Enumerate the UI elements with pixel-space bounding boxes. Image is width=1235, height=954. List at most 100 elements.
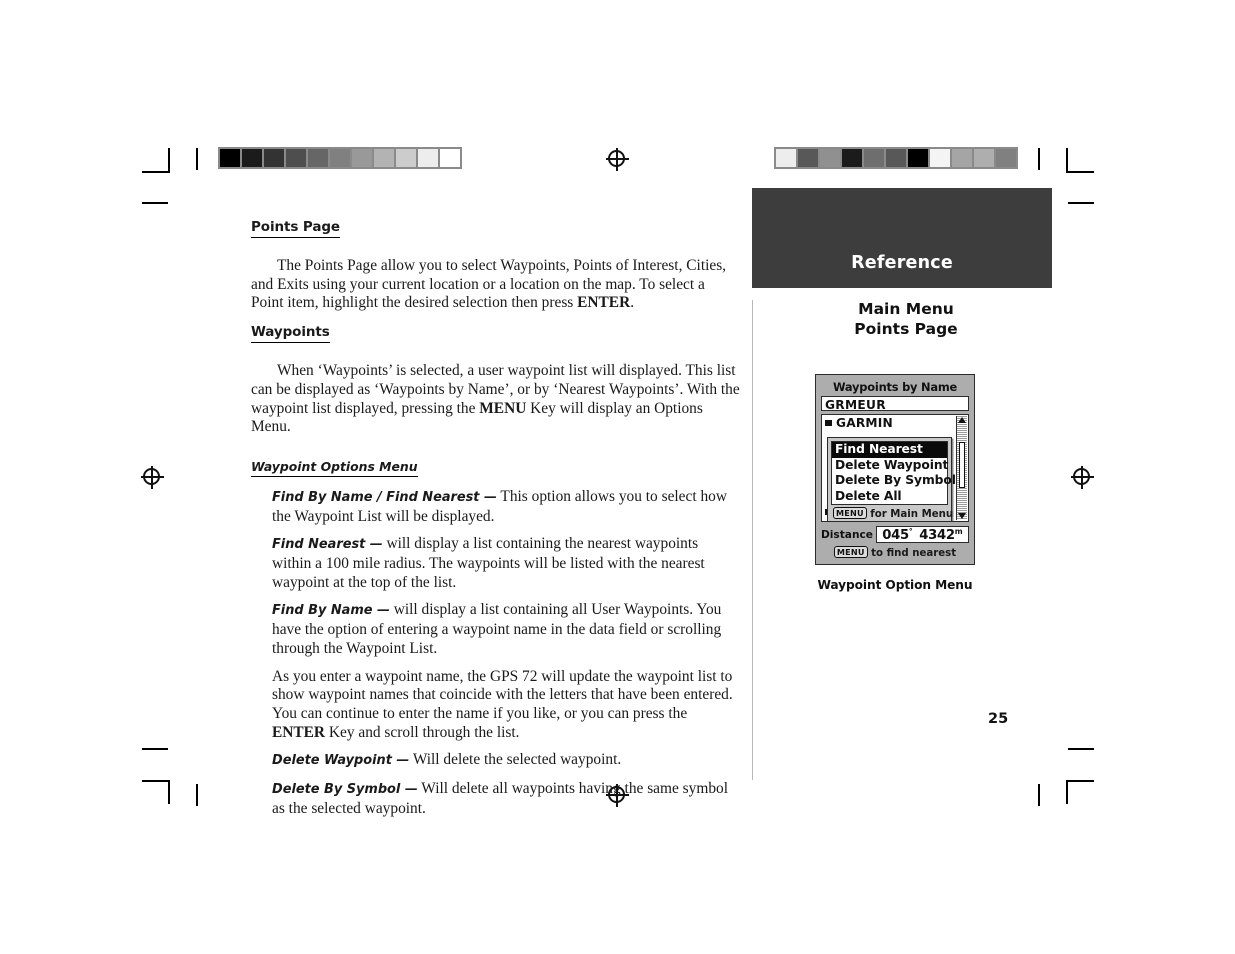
gps-footer-text: to find nearest (871, 548, 957, 559)
crop-mark-top-right-outer-bar (1068, 202, 1094, 204)
crop-mark-top-left-horizontal (142, 171, 170, 173)
crop-mark-top-right-tick (1038, 148, 1040, 170)
crop-mark-top-right-vertical (1066, 148, 1068, 172)
menu-item-delete-waypoint[interactable]: Delete Waypoint (832, 458, 948, 474)
heading-points-page-wrap: Points Page (251, 218, 741, 248)
color-swatch-8 (396, 149, 416, 167)
menu-item-delete-by-symbol[interactable]: Delete By Symbol (832, 473, 956, 489)
scroll-down-arrow-icon[interactable] (958, 513, 966, 519)
crop-mark-top-left-vertical (168, 148, 170, 172)
gps-distance-row: Distance 045° 4342m (821, 526, 969, 543)
crop-mark-top-left-outer-bar (142, 202, 168, 204)
registration-horizontal-line (141, 476, 164, 479)
color-swatch-5 (330, 149, 350, 167)
definition-term: Find By Name / Find Nearest — (272, 489, 497, 505)
distance-label: Distance (821, 528, 873, 541)
reference-banner-label: Reference (851, 253, 953, 273)
main-text-column: Points Page The Points Page allow you to… (251, 218, 741, 827)
gps-list-scrollbar[interactable] (956, 416, 967, 520)
gps-footer-hint: MENU to find nearest (821, 543, 969, 559)
paragraph-enter-name: As you enter a waypoint name, the GPS 72… (272, 668, 741, 743)
bearing-number: 045 (882, 527, 909, 543)
reference-banner: Reference (752, 188, 1052, 288)
scroll-up-arrow-icon[interactable] (958, 417, 966, 423)
color-swatch-4 (864, 149, 884, 167)
sidebar-divider (752, 300, 754, 780)
color-swatch-2 (820, 149, 840, 167)
registration-target-right-middle (1071, 466, 1094, 489)
definition-text: Will delete the selected waypoint. (409, 751, 622, 769)
gps-waypoint-name-field[interactable]: GRMEUR (821, 396, 969, 411)
gps-list-item-behind-top[interactable]: GARMIN (822, 416, 968, 431)
popup-hint-text: for Main Menu (870, 509, 954, 520)
crop-mark-bottom-left-vertical (168, 780, 170, 804)
color-swatch-9 (974, 149, 994, 167)
popup-hint: MENU for Main Menu (831, 505, 953, 520)
waypoint-options-popup: Find Nearest Delete Waypoint Delete By S… (827, 437, 956, 521)
distance-number: 4342 (919, 527, 955, 543)
definition-list-primary: Find By Name / Find Nearest — This optio… (272, 488, 741, 819)
distance-magnitude-value: 4342m (919, 527, 962, 543)
color-swatch-10 (996, 149, 1016, 167)
keyword-enter: ENTER (272, 723, 326, 741)
definition-term: Delete Waypoint — (272, 753, 410, 769)
crop-mark-bottom-left-tick (196, 784, 198, 806)
keyword-enter: ENTER (577, 294, 631, 312)
crop-mark-bottom-right-tick (1038, 784, 1040, 806)
heading-waypoint-options-menu-wrap: Waypoint Options Menu (251, 446, 741, 486)
color-swatch-1 (242, 149, 262, 167)
heading-waypoints-wrap: Waypoints (251, 323, 741, 353)
definition-item: Find Nearest — will display a list conta… (272, 535, 741, 592)
sidebar-section-title: Main Menu Points Page (760, 300, 1052, 339)
paragraph-enter-name-tail: Key and scroll through the list. (325, 723, 520, 741)
menu-item-find-nearest[interactable]: Find Nearest (832, 442, 947, 458)
definition-term: Find Nearest — (272, 537, 383, 553)
gps-screen: Waypoints by Name GRMEUR GARMIN HAF Find… (815, 374, 975, 565)
crop-mark-bottom-right-horizontal (1066, 780, 1094, 782)
waypoint-symbol-icon (825, 420, 832, 426)
registration-target-top-center (606, 148, 629, 171)
crop-mark-bottom-left-horizontal (142, 780, 170, 782)
color-swatch-0 (220, 149, 240, 167)
color-swatch-3 (286, 149, 306, 167)
gps-list-item-label: GARMIN (836, 416, 893, 430)
heading-waypoint-options-menu: Waypoint Options Menu (251, 459, 418, 477)
color-swatch-10 (440, 149, 460, 167)
menu-item-delete-all[interactable]: Delete All (832, 489, 947, 505)
heading-points-page: Points Page (251, 219, 340, 238)
color-swatch-7 (930, 149, 950, 167)
crop-mark-bottom-left-outer-bar (142, 748, 168, 750)
crop-mark-bottom-right-outer-bar (1068, 748, 1094, 750)
gps-figure-caption: Waypoint Option Menu (817, 578, 973, 592)
waypoint-options-list: Find Nearest Delete Waypoint Delete By S… (831, 441, 956, 505)
definition-item: Delete Waypoint — Will delete the select… (272, 751, 741, 771)
paragraph-waypoints: When ‘Waypoints’ is selected, a user way… (251, 362, 741, 437)
color-swatch-1 (798, 149, 818, 167)
gps-screen-title: Waypoints by Name (832, 380, 958, 394)
registration-horizontal-line (1071, 476, 1094, 479)
paragraph-points-page-text: The Points Page allow you to select Wayp… (251, 257, 727, 312)
definition-item: Find By Name — will display a list conta… (272, 601, 741, 658)
crop-mark-bottom-right-vertical (1066, 780, 1068, 804)
keyword-menu: MENU (479, 399, 527, 417)
color-swatch-0 (776, 149, 796, 167)
color-swatch-8 (952, 149, 972, 167)
gps-waypoint-list[interactable]: GARMIN HAF Find Nearest Delete Waypoint … (821, 414, 969, 522)
distance-unit: m (954, 526, 963, 536)
page-number: 25 (988, 711, 1009, 727)
distance-value-box: 045° 4342m (875, 526, 969, 543)
paragraph-points-page: The Points Page allow you to select Wayp… (251, 257, 741, 313)
bearing-degree-icon: ° (908, 526, 913, 536)
distance-bearing-value: 045° (882, 527, 912, 543)
menu-keycap-icon: MENU (833, 507, 867, 519)
color-swatch-6 (352, 149, 372, 167)
color-swatch-2 (264, 149, 284, 167)
scrollbar-thumb[interactable] (958, 442, 965, 488)
sidebar-title-line-2: Points Page (854, 319, 958, 338)
color-swatch-9 (418, 149, 438, 167)
menu-keycap-icon: MENU (833, 546, 868, 558)
gps-screenshot-figure: Waypoints by Name GRMEUR GARMIN HAF Find… (815, 374, 975, 592)
registration-horizontal-line (606, 158, 629, 161)
definition-term: Find By Name — (272, 603, 390, 619)
color-calibration-bar-right (774, 147, 1018, 169)
